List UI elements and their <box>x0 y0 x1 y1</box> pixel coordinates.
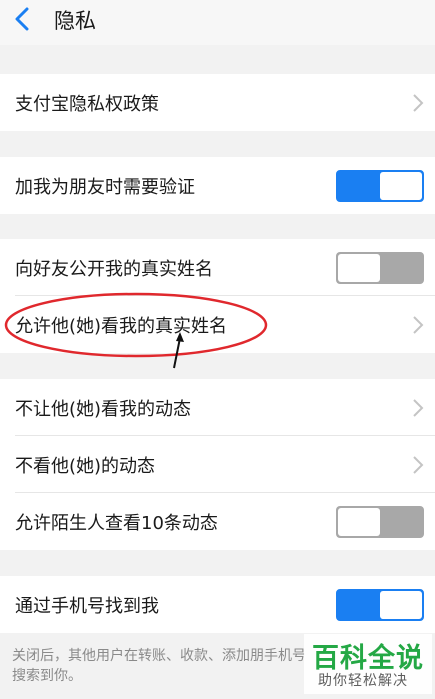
back-arrow-icon[interactable] <box>12 7 32 31</box>
chevron-right-icon <box>413 398 424 417</box>
real-name-public-row: 向好友公开我的真实姓名 <box>0 239 435 296</box>
phone-find-label: 通过手机号找到我 <box>15 595 159 617</box>
verify-group: 加我为朋友时需要验证 <box>0 157 435 214</box>
friend-verify-label: 加我为朋友时需要验证 <box>15 176 195 198</box>
privacy-policy-label: 支付宝隐私权政策 <box>15 93 159 115</box>
annotation-arrow-icon <box>173 332 184 369</box>
allow-real-name-label: 允许他(她)看我的真实姓名 <box>15 315 228 337</box>
phone-group: 通过手机号找到我 <box>0 576 435 633</box>
toggle-knob <box>380 590 422 619</box>
hide-moments-row[interactable]: 不看他(她)的动态 <box>0 436 435 493</box>
toggle-knob <box>338 253 380 282</box>
stranger-moments-row: 允许陌生人查看10条动态 <box>0 493 435 550</box>
real-name-public-toggle[interactable] <box>336 251 424 284</box>
block-moments-row[interactable]: 不让他(她)看我的动态 <box>0 379 435 436</box>
chevron-right-icon <box>413 315 424 334</box>
phone-find-toggle[interactable] <box>336 588 424 621</box>
real-name-group: 向好友公开我的真实姓名 允许他(她)看我的真实姓名 <box>0 239 435 353</box>
real-name-public-label: 向好友公开我的真实姓名 <box>15 258 213 280</box>
stranger-moments-label: 允许陌生人查看10条动态 <box>15 512 218 534</box>
allow-real-name-row[interactable]: 允许他(她)看我的真实姓名 <box>0 296 435 353</box>
policy-group: 支付宝隐私权政策 <box>0 74 435 131</box>
toggle-knob <box>380 171 422 200</box>
nav-header: 隐私 <box>0 0 435 45</box>
toggle-knob <box>338 507 380 536</box>
friend-verify-row: 加我为朋友时需要验证 <box>0 157 435 214</box>
phone-find-row: 通过手机号找到我 <box>0 576 435 633</box>
chevron-right-icon <box>413 93 424 112</box>
privacy-policy-row[interactable]: 支付宝隐私权政策 <box>0 74 435 131</box>
phone-find-note: 关闭后，其他用户在转账、收款、添加朋手机号搜索到你。 <box>12 648 306 684</box>
friend-verify-toggle[interactable] <box>336 169 424 202</box>
hide-moments-label: 不看他(她)的动态 <box>15 455 156 477</box>
page-title: 隐私 <box>54 9 96 33</box>
block-moments-label: 不让他(她)看我的动态 <box>15 398 192 420</box>
stranger-moments-toggle[interactable] <box>336 505 424 538</box>
chevron-right-icon <box>413 455 424 474</box>
moments-group: 不让他(她)看我的动态 不看他(她)的动态 允许陌生人查看10条动态 <box>0 379 435 550</box>
watermark-sub: 助你轻松解决 <box>318 673 408 689</box>
watermark-logo: 百科全说 助你轻松解决 <box>304 634 432 694</box>
